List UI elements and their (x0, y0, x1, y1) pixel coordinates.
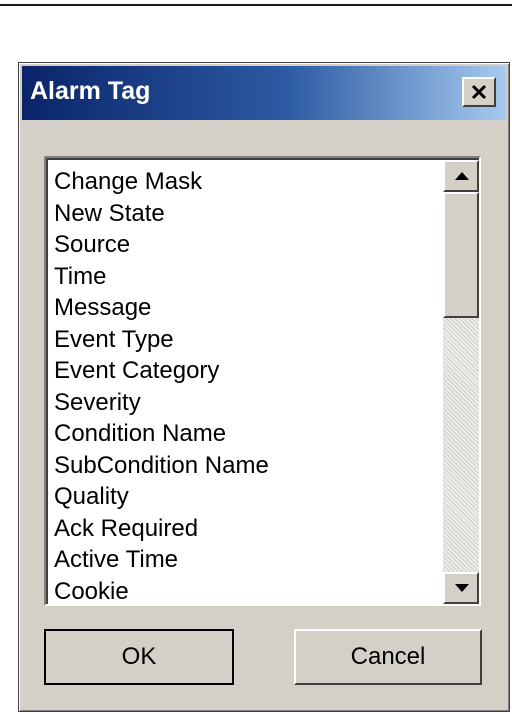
list-item[interactable]: Active Time (54, 544, 434, 576)
list-item[interactable]: SubCondition Name (54, 450, 434, 482)
list-item[interactable]: Change Mask (54, 166, 434, 198)
close-button[interactable] (462, 77, 496, 107)
list-item[interactable]: Ack Required (54, 513, 434, 545)
list-item[interactable]: Time (54, 261, 434, 293)
arrow-down-icon (455, 584, 469, 592)
close-x-icon (471, 84, 487, 100)
list-item[interactable]: Event Category (54, 355, 434, 387)
field-listbox[interactable]: Change Mask New State Source Time Message Eve… (44, 156, 481, 606)
dialog-title: Alarm Tag (30, 77, 151, 105)
list-item[interactable]: Quality (54, 481, 434, 513)
title-bar[interactable]: Alarm Tag (22, 66, 506, 120)
list-item[interactable]: New State (54, 198, 434, 230)
alarm-tag-dialog: Alarm Tag Change Mask New State Source Time… (18, 62, 510, 712)
arrow-up-icon (455, 172, 469, 180)
list-item[interactable]: Message (54, 292, 434, 324)
cancel-button[interactable]: Cancel (294, 629, 482, 685)
list-item[interactable]: Condition Name (54, 418, 434, 450)
scroll-up-button[interactable] (443, 160, 479, 192)
top-divider (0, 4, 512, 6)
scroll-down-button[interactable] (443, 572, 479, 604)
list-item[interactable]: Severity (54, 387, 434, 419)
list-item[interactable]: Source (54, 229, 434, 261)
scroll-thumb[interactable] (443, 192, 479, 318)
list-items: Change Mask New State Source Time Message Eve… (54, 166, 434, 604)
list-item[interactable]: Cookie (54, 576, 434, 605)
ok-button[interactable]: OK (44, 629, 234, 685)
vertical-scrollbar[interactable] (443, 160, 479, 604)
list-item[interactable]: Event Type (54, 324, 434, 356)
listbox-frame: Change Mask New State Source Time Message Eve… (46, 158, 479, 604)
